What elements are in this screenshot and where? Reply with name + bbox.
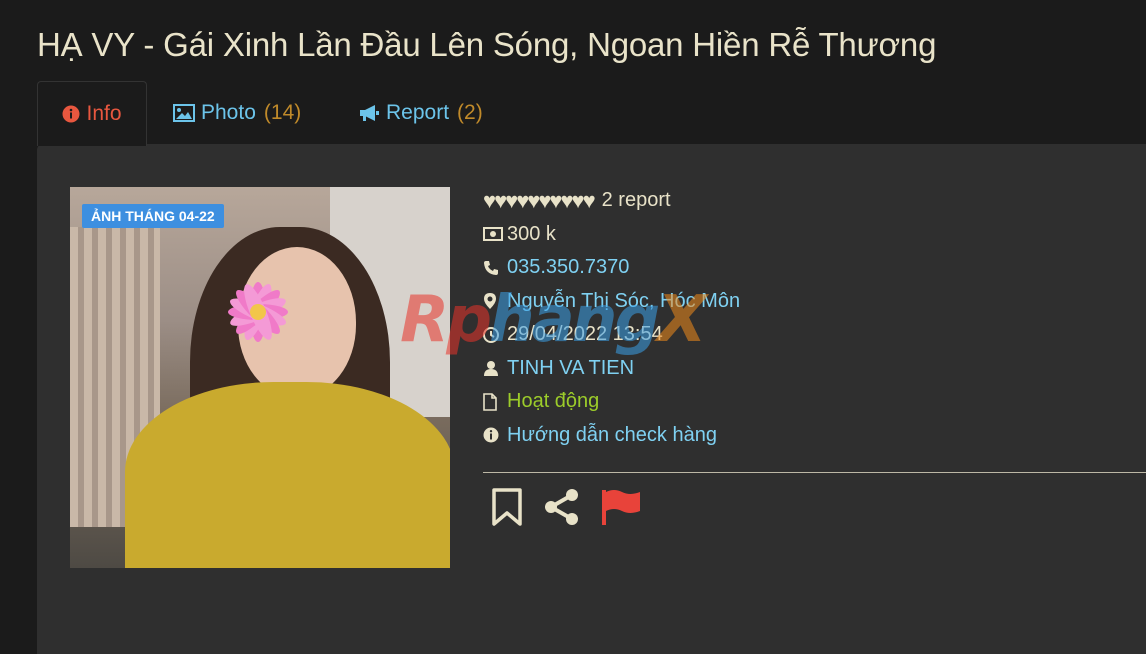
profile-photo[interactable] xyxy=(70,187,450,568)
tab-info[interactable]: Info xyxy=(37,81,147,146)
info-circle-icon xyxy=(483,427,503,443)
divider xyxy=(483,472,1146,473)
map-marker-icon xyxy=(483,292,503,310)
post-datetime: 29/04/2022 13:54 xyxy=(507,323,663,346)
guide-link[interactable]: Hướng dẫn check hàng xyxy=(507,424,717,447)
phone-link[interactable]: 035.350.7370 xyxy=(507,256,629,279)
flag-icon[interactable] xyxy=(600,487,644,527)
price-value: 300 k xyxy=(507,222,556,245)
tab-photo-label: Photo xyxy=(201,100,256,124)
phone-icon xyxy=(483,260,503,276)
info-circle-icon xyxy=(62,105,80,123)
flower-sticker-icon xyxy=(228,282,288,342)
phone-row: 035.350.7370 xyxy=(483,251,740,285)
location-link[interactable]: Nguyễn Thị Sóc, Hóc Môn xyxy=(507,290,740,313)
clock-icon xyxy=(483,326,503,343)
tab-report-count: (2) xyxy=(457,100,483,124)
price-row: 300 k xyxy=(483,218,740,252)
tab-photo-count: (14) xyxy=(263,100,302,124)
tab-bar: Info Photo (14) Report (2) xyxy=(37,81,1146,146)
rating-hearts-icon: ♥♥♥♥♥♥♥♥♥♥ xyxy=(483,187,596,213)
datetime-row: 29/04/2022 13:54 xyxy=(483,318,740,352)
rating-row: ♥♥♥♥♥♥♥♥♥♥ 2 report xyxy=(483,184,740,218)
bullhorn-icon xyxy=(358,104,380,122)
money-icon xyxy=(483,227,503,242)
photo-date-badge: ẢNH THÁNG 04-22 xyxy=(82,204,224,228)
photo-body xyxy=(125,382,450,568)
status-value: Hoạt động xyxy=(507,390,600,413)
tab-photo[interactable]: Photo (14) xyxy=(173,81,301,144)
user-row: TINH VA TIEN xyxy=(483,352,740,386)
report-count: 2 report xyxy=(601,189,671,212)
status-row: Hoạt động xyxy=(483,385,740,419)
page-title: HẠ VY - Gái Xinh Lần Đầu Lên Sóng, Ngoan… xyxy=(37,26,937,63)
profile-details: ♥♥♥♥♥♥♥♥♥♥ 2 report 300 k 035.350.7370 N… xyxy=(483,184,740,452)
file-icon xyxy=(483,392,503,411)
tab-report-label: Report xyxy=(386,100,450,124)
tab-info-label: Info xyxy=(86,102,122,125)
location-row: Nguyễn Thị Sóc, Hóc Môn xyxy=(483,285,740,319)
user-link[interactable]: TINH VA TIEN xyxy=(507,357,634,380)
guide-row: Hướng dẫn check hàng xyxy=(483,419,740,453)
action-bar xyxy=(490,487,644,527)
user-icon xyxy=(483,360,503,377)
bookmark-icon[interactable] xyxy=(490,487,524,527)
image-icon xyxy=(173,103,195,122)
tab-report[interactable]: Report (2) xyxy=(358,81,483,144)
share-icon[interactable] xyxy=(542,487,582,527)
